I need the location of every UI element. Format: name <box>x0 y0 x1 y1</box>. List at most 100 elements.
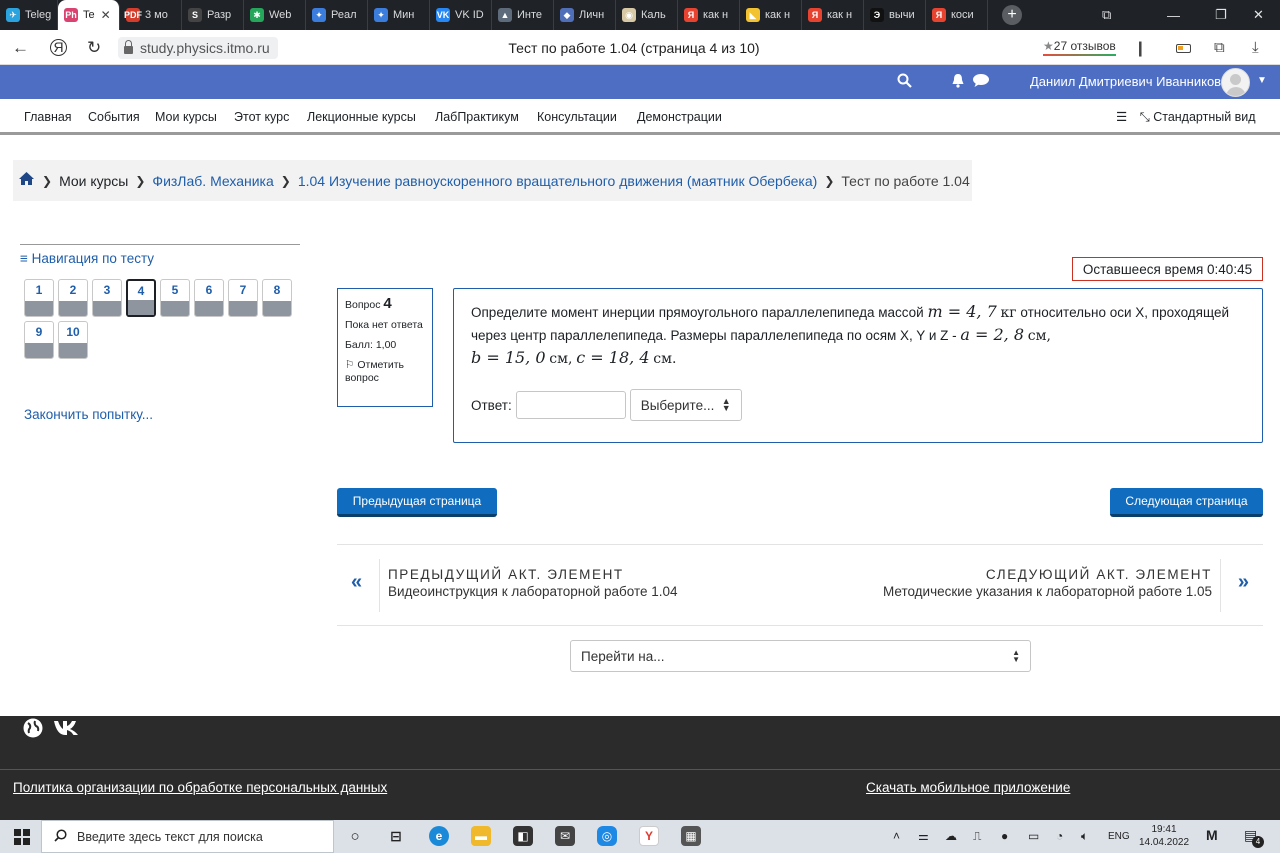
browser-tab[interactable]: Якак н <box>802 0 864 30</box>
standard-view-label: Стандартный вид <box>1153 110 1256 124</box>
battery-icon[interactable] <box>1176 39 1191 56</box>
browser-tab-strip: ✈ Teleg Ph Te ✕ PDF 3 мо S Разр ✱ Web ✦ Реал ✦ Мин VK VK… <box>0 0 1280 30</box>
clock[interactable]: 19:41 14.04.2022 <box>1138 823 1190 849</box>
tab-label: Web <box>269 9 292 21</box>
nav-item-this-course[interactable]: Этот курс <box>234 110 289 124</box>
user-name[interactable]: Даниил Дмитриевич Иванников <box>1030 74 1221 89</box>
chevron-down-icon[interactable]: ▼ <box>1257 75 1267 86</box>
quiz-nav-button-current[interactable]: 4 <box>126 279 156 317</box>
quiz-nav-button[interactable]: 1 <box>24 279 54 317</box>
volume-icon[interactable]: 🔈︎ <box>1081 829 1088 844</box>
breadcrumb-item[interactable]: 1.04 Изучение равноускоренного вращатель… <box>298 173 817 189</box>
finish-attempt-link[interactable]: Закончить попытку... <box>24 407 153 422</box>
reviews-badge[interactable]: ★27 отзывов <box>1043 39 1116 56</box>
breadcrumb-item[interactable]: ФизЛаб. Механика <box>152 173 273 189</box>
browser-tab[interactable]: Ph Te ✕ <box>58 0 120 30</box>
download-icon[interactable]: ⤓ <box>1252 39 1259 56</box>
vk-icon[interactable] <box>53 719 80 742</box>
quiz-nav-button[interactable]: 10 <box>58 321 88 359</box>
nav-item-home[interactable]: Главная <box>24 110 72 124</box>
widgets-icon[interactable]: ⊟ <box>386 826 406 846</box>
quiz-nav-button[interactable]: 8 <box>262 279 292 317</box>
battery-tray-icon[interactable]: ▭ <box>1028 829 1039 843</box>
browser-tab[interactable]: ◉ Каль <box>616 0 678 30</box>
notifications-bell-icon[interactable] <box>951 73 965 92</box>
bookmark-icon[interactable]: ❙ <box>1134 39 1147 57</box>
browser-tab[interactable]: Эвычи <box>864 0 926 30</box>
browser-tab[interactable]: ◆ Личн <box>554 0 616 30</box>
quiz-nav-button[interactable]: 5 <box>160 279 190 317</box>
windows-start-icon[interactable] <box>14 829 30 845</box>
nav-item-lecture-courses[interactable]: Лекционные курсы <box>307 110 416 124</box>
chevron-right-icon: ❯ <box>280 173 291 188</box>
browser-tab[interactable]: VK VK ID <box>430 0 492 30</box>
usb-icon[interactable]: ⎍ <box>973 829 981 844</box>
nav-item-demonstrations[interactable]: Демонстрации <box>637 110 722 124</box>
calculator-icon[interactable]: ▦ <box>681 826 701 846</box>
unit-select[interactable]: Выберите... ▲ ▼ <box>629 389 742 421</box>
next-page-button[interactable]: Следующая страница <box>1110 488 1263 517</box>
chevron-up-icon[interactable]: ˄ <box>893 829 900 843</box>
browser-tab[interactable]: ✈ Teleg <box>0 0 58 30</box>
new-tab-button[interactable]: + <box>1002 5 1022 25</box>
tab-label: вычи <box>889 9 915 21</box>
browser-tab[interactable]: ✦ Реал <box>306 0 368 30</box>
answer-input[interactable] <box>515 391 626 419</box>
double-chevron-left-icon[interactable]: « <box>351 571 362 594</box>
breadcrumb-item[interactable]: Мои курсы <box>59 173 128 189</box>
quiz-nav-button[interactable]: 9 <box>24 321 54 359</box>
standard-view-toggle[interactable]: ☰ ⤡ Стандартный вид <box>1116 109 1256 125</box>
home-icon[interactable] <box>18 171 35 190</box>
taskbar-search[interactable]: Введите здесь текст для поиска <box>41 820 334 853</box>
quiz-nav-button[interactable]: 3 <box>92 279 122 317</box>
quiz-nav-button[interactable]: 2 <box>58 279 88 317</box>
minimize-icon[interactable]: — <box>1167 0 1180 30</box>
privacy-policy-link[interactable]: Политика организации по обработке персон… <box>13 780 387 795</box>
settings-sliders-icon[interactable]: ⚌ <box>918 829 929 843</box>
chat-icon[interactable]: ◎ <box>597 826 617 846</box>
close-tab-icon[interactable]: ✕ <box>101 8 111 22</box>
browser-tab[interactable]: Якак н <box>678 0 740 30</box>
microphone-icon[interactable]: ● <box>1001 829 1008 843</box>
quiz-nav-button[interactable]: 6 <box>194 279 224 317</box>
search-icon[interactable] <box>897 73 912 92</box>
mail-icon[interactable]: ✉ <box>555 826 575 846</box>
collections-icon[interactable]: ⧉ <box>1214 39 1225 56</box>
quiz-nav-button[interactable]: 7 <box>228 279 258 317</box>
next-activity-link[interactable]: Методические указания к лабораторной раб… <box>883 584 1212 599</box>
previous-activity-link[interactable]: Видеоинструкция к лабораторной работе 1.… <box>388 584 678 599</box>
nav-item-lab-practicum[interactable]: ЛабПрактикум <box>435 110 519 124</box>
yandex-browser-icon[interactable]: Y <box>639 826 659 846</box>
file-explorer-icon[interactable]: ▬ <box>471 826 491 846</box>
maximize-icon[interactable]: ❐ <box>1215 0 1227 30</box>
browser-tab[interactable]: PDF 3 мо <box>120 0 182 30</box>
avatar[interactable] <box>1221 68 1250 97</box>
nav-item-consultations[interactable]: Консультации <box>537 110 617 124</box>
task-view-icon[interactable]: ○ <box>345 826 365 846</box>
quiz-navigation-title[interactable]: ≡ Навигация по тесту <box>20 251 300 266</box>
browser-tab[interactable]: S Разр <box>182 0 244 30</box>
globe-icon[interactable] <box>23 718 43 744</box>
jump-to-select[interactable]: Перейти на... ▲ ▼ <box>570 640 1031 672</box>
browser-tab[interactable]: ✱ Web <box>244 0 306 30</box>
double-chevron-right-icon[interactable]: » <box>1238 571 1249 594</box>
store-icon[interactable]: ◧ <box>513 826 533 846</box>
messages-icon[interactable] <box>972 73 990 92</box>
nav-item-my-courses[interactable]: Мои курсы <box>155 110 217 124</box>
nav-item-events[interactable]: События <box>88 110 140 124</box>
cloud-icon[interactable]: ☁ <box>945 829 957 843</box>
previous-page-button[interactable]: Предыдущая страница <box>337 488 497 517</box>
browser-tab[interactable]: ◣ как н <box>740 0 802 30</box>
answer-row: Ответ: Выберите... ▲ ▼ <box>471 389 742 421</box>
language-indicator[interactable]: ENG <box>1108 831 1130 842</box>
close-window-icon[interactable]: ✕ <box>1253 0 1264 30</box>
app-tray-icon[interactable]: M <box>1206 827 1218 843</box>
flag-question-button[interactable]: ⚐ Отметить вопрос <box>345 359 425 385</box>
wifi-icon[interactable]: ◔ <box>1056 829 1063 843</box>
browser-tab[interactable]: ✦ Мин <box>368 0 430 30</box>
edge-icon[interactable]: e <box>429 826 449 846</box>
tab-search-icon[interactable]: ⧉ <box>1102 0 1111 30</box>
browser-tab[interactable]: ▲ Инте <box>492 0 554 30</box>
mobile-app-link[interactable]: Скачать мобильное приложение <box>866 780 1070 795</box>
browser-tab[interactable]: Якоси <box>926 0 988 30</box>
